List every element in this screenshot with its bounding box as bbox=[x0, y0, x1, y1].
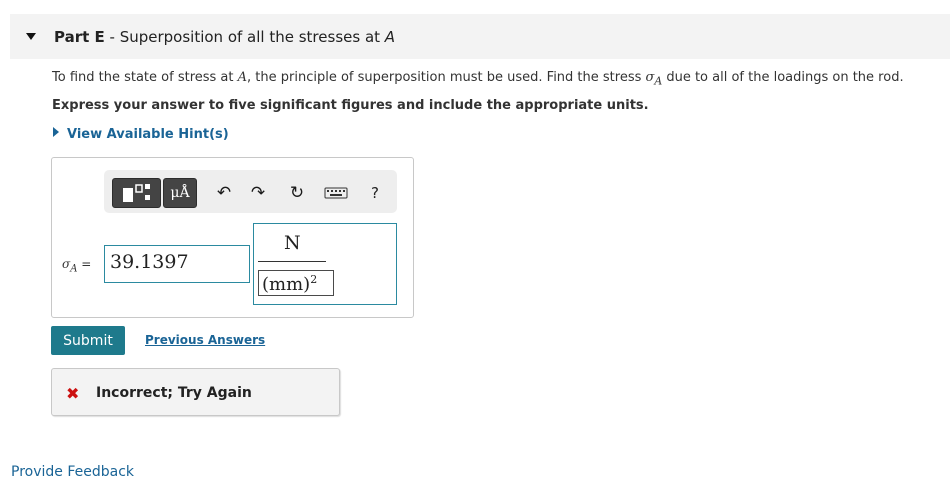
templates-icon bbox=[122, 184, 150, 202]
answer-value-input[interactable]: 39.1397 bbox=[104, 245, 250, 283]
feedback-text: Incorrect; Try Again bbox=[96, 385, 252, 401]
previous-answers-link[interactable]: Previous Answers bbox=[145, 333, 265, 347]
question-prompt: To find the state of stress at A, the pr… bbox=[52, 70, 904, 88]
answer-instruction: Express your answer to five significant … bbox=[52, 98, 649, 113]
redo-icon[interactable]: ↷ bbox=[246, 178, 270, 208]
variable-label: σA = bbox=[62, 257, 92, 275]
expand-caret-icon bbox=[53, 127, 59, 137]
keyboard-shortcuts-button[interactable] bbox=[322, 178, 350, 208]
submit-button[interactable]: Submit bbox=[51, 326, 125, 355]
incorrect-x-icon: ✖ bbox=[66, 384, 80, 403]
collapse-caret-icon[interactable] bbox=[26, 33, 36, 40]
fraction-bar bbox=[258, 261, 326, 262]
unit-denominator[interactable]: (mm)2 bbox=[258, 270, 334, 296]
undo-icon[interactable]: ↶ bbox=[212, 178, 236, 208]
answer-units-input[interactable]: N (mm)2 bbox=[253, 223, 397, 305]
templates-button[interactable] bbox=[112, 178, 161, 208]
help-button[interactable]: ? bbox=[364, 178, 386, 208]
provide-feedback-link[interactable]: Provide Feedback bbox=[11, 464, 134, 480]
units-button[interactable]: μÅ bbox=[163, 178, 197, 208]
reset-icon[interactable]: ↻ bbox=[284, 178, 310, 208]
view-hints-link[interactable]: View Available Hint(s) bbox=[53, 127, 229, 142]
keyboard-icon bbox=[324, 187, 348, 199]
part-title: Part E - Superposition of all the stress… bbox=[54, 28, 396, 46]
unit-numerator: N bbox=[284, 232, 301, 254]
